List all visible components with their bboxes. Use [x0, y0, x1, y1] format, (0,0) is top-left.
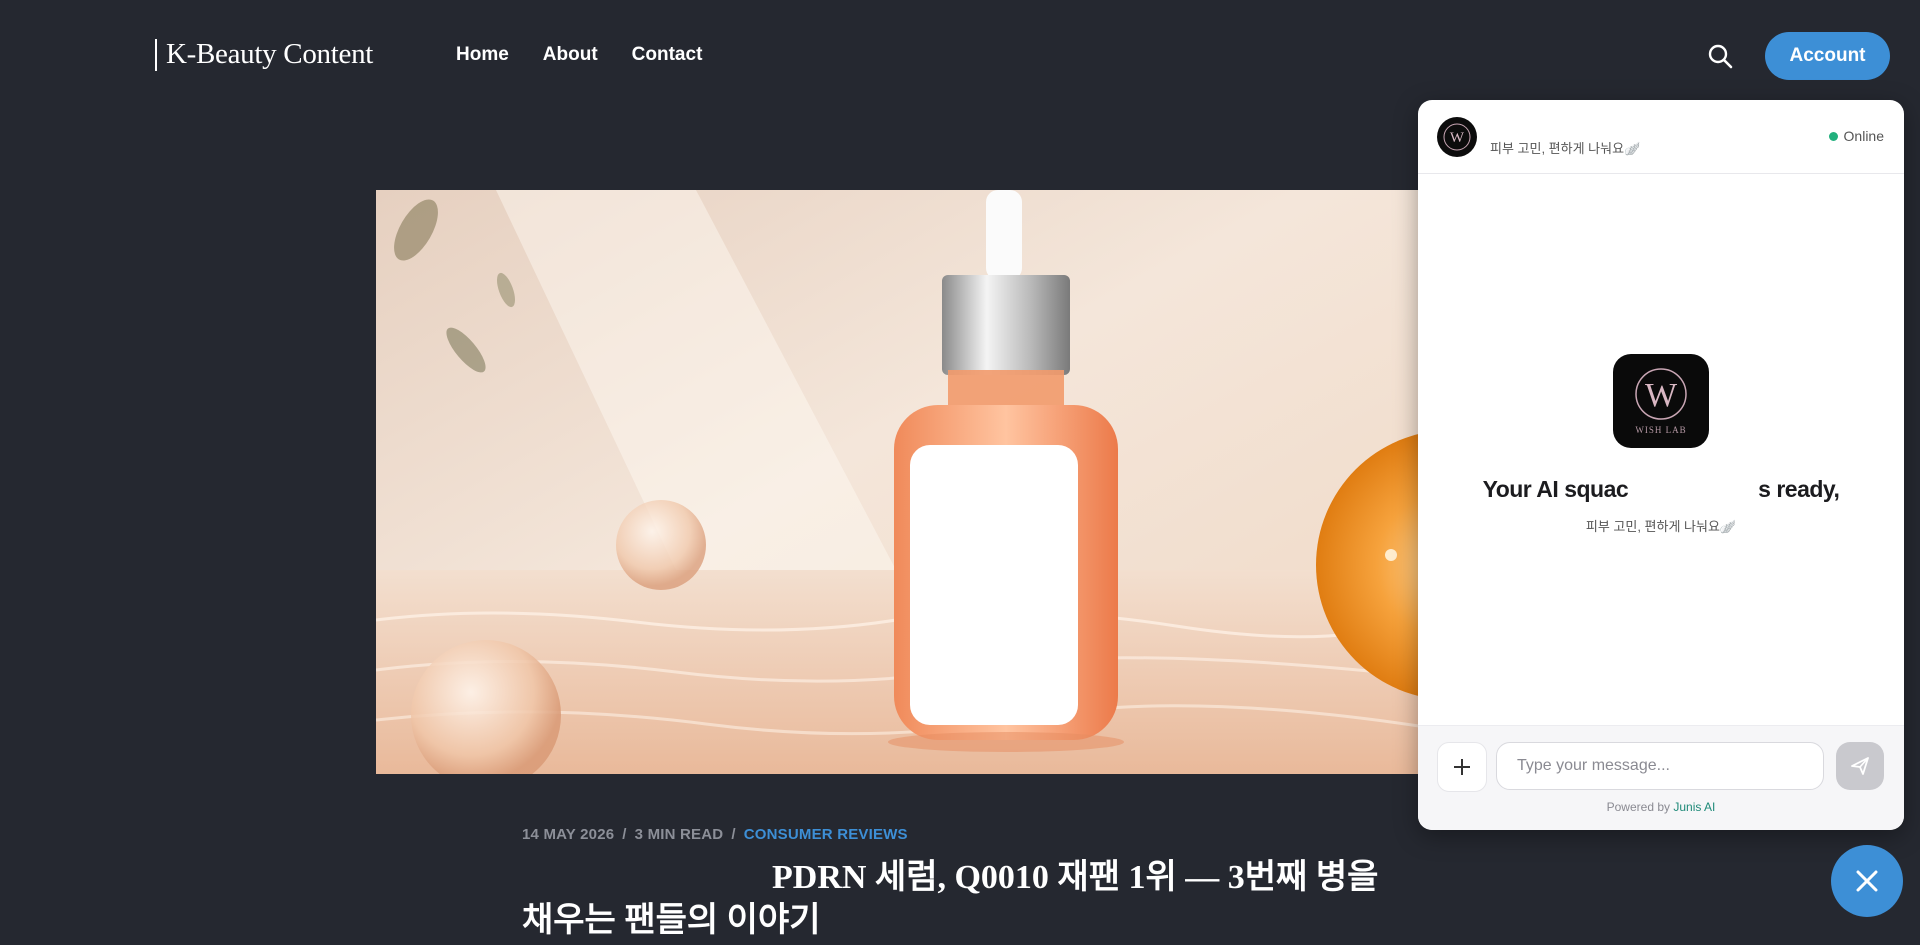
brand-logo: W WISH LAB	[1613, 354, 1709, 448]
search-icon[interactable]	[1706, 42, 1734, 70]
powered-by-prefix: Powered by	[1606, 800, 1670, 814]
svg-text:W: W	[1645, 377, 1678, 414]
close-icon	[1856, 870, 1878, 892]
hero-image	[376, 190, 1419, 774]
welcome-heading-right: s ready,	[1758, 476, 1840, 502]
send-icon	[1851, 757, 1869, 775]
main-nav: Home About Contact	[456, 44, 702, 66]
powered-by-link[interactable]: Junis AI	[1673, 800, 1715, 814]
message-input[interactable]	[1496, 742, 1824, 790]
welcome-heading: Your AI squac s ready,	[1418, 476, 1904, 504]
send-button[interactable]	[1836, 742, 1884, 790]
site-logo[interactable]: K-Beauty Content	[155, 38, 373, 71]
status-dot	[1828, 131, 1838, 141]
chat-composer: Powered by Junis AI	[1418, 725, 1904, 830]
welcome-heading-mask	[1628, 477, 1759, 504]
welcome-tagline: 피부 고민, 편하게 나눠요🪽	[1585, 519, 1737, 534]
nav-home[interactable]: Home	[456, 44, 509, 66]
article-meta: 14 MAY 2026 / 3 MIN READ / CONSUMER REVI…	[522, 826, 908, 843]
svg-text:W: W	[1450, 130, 1465, 146]
account-button[interactable]: Account	[1765, 32, 1890, 80]
article-category-link[interactable]: CONSUMER REVIEWS	[744, 826, 908, 843]
chat-avatar: W	[1437, 117, 1477, 157]
article-date: 14 MAY 2026	[522, 826, 615, 843]
svg-text:WISH LAB: WISH LAB	[1635, 425, 1686, 435]
article-title: PDRN 세럼, Q0010 재팬 1위 — 3번째 병을 채우는 팬들의 이야…	[522, 859, 1379, 939]
chat-header: W 피부 고민, 편하게 나눠요🪽 Online	[1418, 100, 1904, 174]
chat-widget: W 피부 고민, 편하게 나눠요🪽 Online W WISH LAB Your…	[1418, 100, 1904, 830]
attach-button[interactable]	[1437, 742, 1487, 792]
nav-about[interactable]: About	[543, 44, 598, 66]
meta-separator: /	[622, 826, 627, 843]
logo-bar	[155, 38, 157, 71]
powered-by: Powered by Junis AI	[1418, 800, 1904, 814]
site-header: K-Beauty Content Home About Contact Acco…	[0, 0, 1920, 110]
plus-icon	[1454, 759, 1470, 775]
nav-contact[interactable]: Contact	[632, 44, 703, 66]
meta-separator: /	[731, 826, 736, 843]
status-label: Online	[1843, 128, 1884, 144]
welcome-heading-left: Your AI squac	[1482, 476, 1629, 502]
brand-name: K-Beauty Content	[166, 38, 374, 70]
chat-header-subtitle: 피부 고민, 편하게 나눠요🪽	[1490, 141, 1641, 156]
online-status: Online	[1828, 128, 1884, 144]
close-chat-button[interactable]	[1831, 845, 1903, 917]
article-read-time: 3 MIN READ	[634, 826, 724, 843]
